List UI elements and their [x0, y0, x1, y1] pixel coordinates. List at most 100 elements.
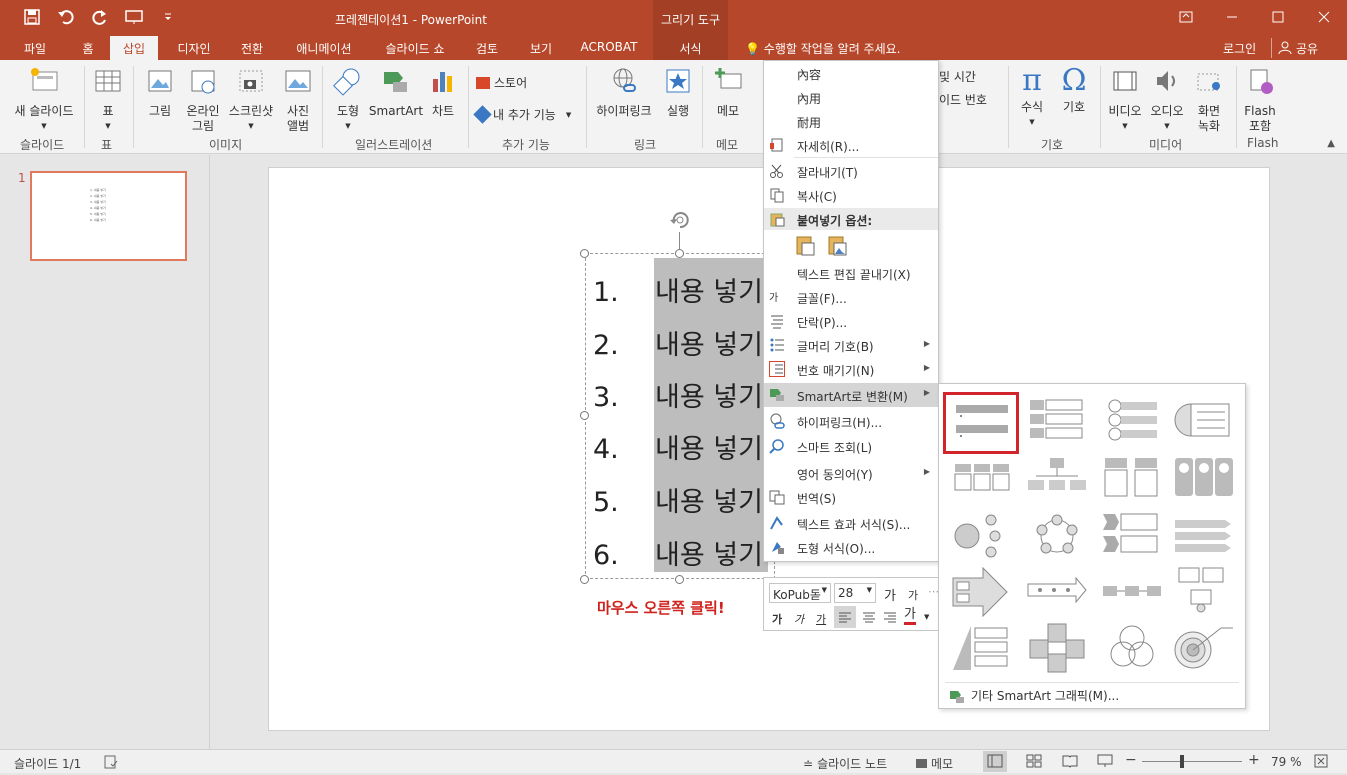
comment-button[interactable]: 메모	[708, 66, 748, 119]
reading-view-icon[interactable]	[1062, 754, 1078, 768]
font-name-select[interactable]: KoPub돋 ▼	[769, 583, 831, 603]
hyperlink-button[interactable]: 하이퍼링크	[592, 66, 656, 119]
smartart-option[interactable]	[1171, 452, 1237, 508]
slide-number-button[interactable]: 이드 번호	[939, 91, 987, 108]
photo-album-button[interactable]: 사진 앨범	[280, 66, 316, 134]
chart-button[interactable]: 차트	[426, 66, 460, 119]
menu-item-ime-candidate-1[interactable]: 內容	[764, 62, 938, 84]
online-pictures-button[interactable]: 온라인 그림	[182, 66, 224, 134]
rotate-handle-icon[interactable]	[668, 208, 692, 232]
zoom-in-icon[interactable]: +	[1248, 752, 1260, 768]
smartart-option[interactable]	[1024, 508, 1090, 564]
tab-acrobat[interactable]: ACROBAT	[574, 36, 644, 60]
save-icon[interactable]	[22, 6, 42, 28]
shapes-button[interactable]: 도형 ▼	[330, 66, 366, 134]
menu-item-more-details[interactable]: 자세히(R)...	[764, 134, 938, 156]
menu-item-paragraph[interactable]: 단락(P)...	[764, 310, 938, 332]
smartart-option[interactable]	[1024, 392, 1090, 448]
menu-item-ime-candidate-2[interactable]: 內用	[764, 86, 938, 108]
underline-icon[interactable]: 가	[816, 611, 826, 627]
share-button[interactable]: 공유	[1271, 38, 1324, 58]
undo-icon[interactable]	[56, 6, 76, 28]
more-smartart-graphics[interactable]: 기타 SmartArt 그래픽(M)...	[945, 682, 1239, 704]
menu-item-smart-lookup[interactable]: 스마트 조회(L)	[764, 435, 938, 457]
menu-item-bullets[interactable]: 글머리 기호(B) ▶	[764, 334, 938, 356]
flash-embed-button[interactable]: Flash 포함	[1240, 66, 1280, 134]
collapse-ribbon-icon[interactable]: ▲	[1327, 138, 1335, 149]
menu-item-numbering[interactable]: 번호 매기기(N) ▶	[764, 358, 938, 380]
slide-sorter-icon[interactable]	[1026, 754, 1042, 768]
spell-check-icon[interactable]	[104, 755, 118, 769]
slide-thumbnail[interactable]: 1. 내용 넣기 2. 내용 넣기 3. 내용 넣기 4. 내용 넣기 5. 내…	[30, 171, 187, 261]
smartart-option[interactable]	[949, 564, 1015, 620]
smartart-option[interactable]	[1171, 564, 1237, 620]
paste-keep-format-icon[interactable]	[794, 233, 818, 257]
tab-animations[interactable]: 애니메이션	[285, 36, 363, 60]
menu-item-cut[interactable]: 잘라내기(T)	[764, 160, 938, 182]
align-right-icon[interactable]	[879, 606, 901, 628]
menu-item-exit-text-edit[interactable]: 텍스트 편집 끝내기(X)	[764, 262, 938, 284]
tab-slideshow[interactable]: 슬라이드 쇼	[375, 36, 455, 60]
grow-font-icon[interactable]: 가	[884, 585, 896, 604]
login-link[interactable]: 로그인	[1223, 40, 1256, 57]
slideshow-start-icon[interactable]	[124, 6, 144, 28]
tab-design[interactable]: 디자인	[168, 36, 220, 60]
resize-handle[interactable]	[675, 249, 684, 258]
tab-home[interactable]: 홈	[72, 36, 104, 60]
resize-handle[interactable]	[580, 411, 589, 420]
smartart-option[interactable]	[1171, 508, 1237, 564]
smartart-option[interactable]	[1024, 620, 1090, 676]
smartart-option[interactable]	[1099, 564, 1165, 620]
customize-qat-icon[interactable]	[158, 6, 178, 28]
paste-picture-icon[interactable]	[826, 233, 850, 257]
tab-file[interactable]: 파일	[12, 36, 58, 60]
zoom-level[interactable]: 79 %	[1271, 755, 1302, 769]
smartart-option[interactable]	[1099, 392, 1165, 448]
tab-format[interactable]: 서식	[653, 36, 728, 60]
slideshow-view-icon[interactable]	[1097, 754, 1113, 768]
font-size-select[interactable]: 28 ▼	[834, 583, 876, 603]
action-button[interactable]: 실행	[660, 66, 696, 119]
font-color-icon[interactable]: 가	[904, 608, 916, 625]
picture-button[interactable]: 그림	[140, 66, 180, 119]
shrink-font-icon[interactable]: 가	[908, 587, 918, 603]
menu-item-ime-candidate-3[interactable]: 耐用	[764, 110, 938, 132]
align-left-button[interactable]	[834, 606, 856, 628]
comments-toggle[interactable]: 메모	[916, 755, 953, 772]
smartart-option-vertical-bullet-list[interactable]	[943, 392, 1019, 454]
zoom-out-icon[interactable]: −	[1125, 752, 1137, 768]
redo-icon[interactable]	[90, 6, 110, 28]
video-button[interactable]: 비디오 ▼	[1104, 66, 1146, 134]
align-center-icon[interactable]	[858, 606, 880, 628]
menu-item-text-effects[interactable]: 텍스트 효과 서식(S)...	[764, 512, 938, 534]
smartart-option[interactable]	[1024, 452, 1090, 508]
smartart-option[interactable]	[1099, 508, 1165, 564]
menu-item-translate[interactable]: 번역(S)	[764, 486, 938, 508]
menu-item-synonyms[interactable]: 영어 동의어(Y) ▶	[764, 462, 938, 484]
tab-insert[interactable]: 삽입	[110, 36, 158, 60]
equation-button[interactable]: π 수식 ▼	[1014, 66, 1050, 130]
smartart-option[interactable]	[1171, 620, 1237, 676]
my-addins-button[interactable]: 내 추가 기능 ▼	[473, 105, 571, 124]
table-button[interactable]: 표 ▼	[90, 66, 126, 134]
normal-view-button[interactable]	[983, 751, 1007, 772]
menu-item-hyperlink[interactable]: 하이퍼링크(H)...	[764, 410, 938, 432]
tab-review[interactable]: 검토	[466, 36, 508, 60]
menu-item-font[interactable]: 가 글꼴(F)...	[764, 286, 938, 308]
resize-handle[interactable]	[675, 575, 684, 584]
smartart-option[interactable]	[1024, 564, 1090, 620]
screen-recording-button[interactable]: 화면 녹화	[1190, 66, 1228, 134]
close-icon[interactable]	[1301, 0, 1347, 34]
date-time-button[interactable]: 및 시간	[939, 68, 976, 85]
store-button[interactable]: 스토어	[476, 74, 527, 91]
font-color-dropdown-icon[interactable]: ▼	[924, 613, 929, 621]
fit-to-window-icon[interactable]	[1314, 754, 1328, 768]
bold-icon[interactable]: 가	[772, 611, 782, 627]
smartart-option[interactable]	[949, 620, 1015, 676]
tell-me-box[interactable]: 💡 수행할 작업을 알려 주세요.	[745, 40, 900, 57]
smartart-option[interactable]	[949, 452, 1015, 508]
minimize-icon[interactable]	[1209, 0, 1255, 34]
resize-handle[interactable]	[580, 575, 589, 584]
smartart-option[interactable]	[949, 508, 1015, 564]
audio-button[interactable]: 오디오 ▼	[1147, 66, 1187, 134]
